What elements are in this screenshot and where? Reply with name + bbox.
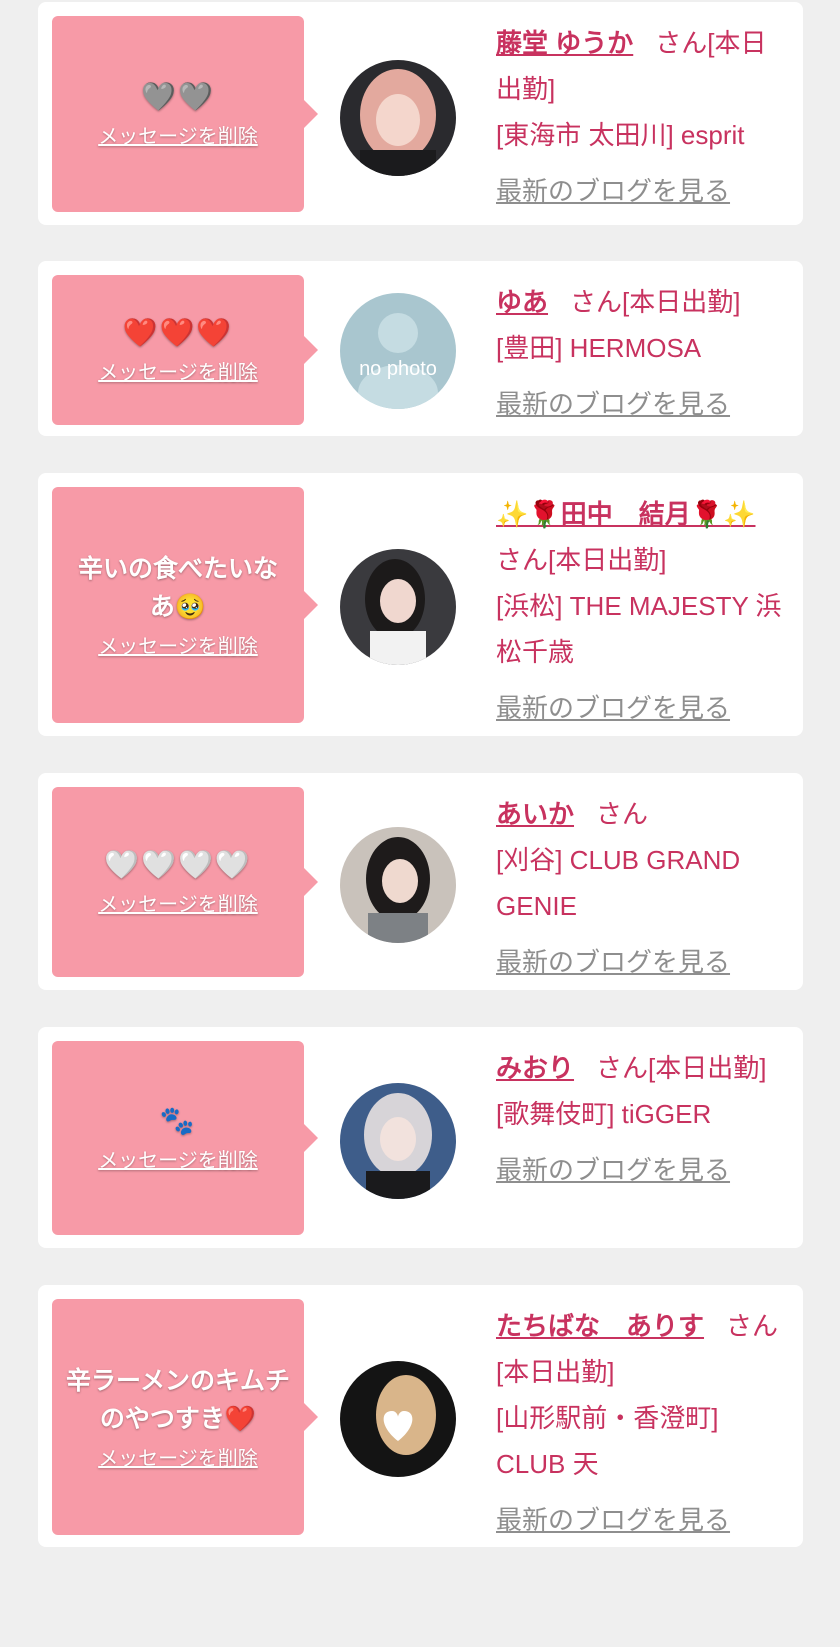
- blog-link[interactable]: 最新のブログを見る: [496, 1497, 786, 1543]
- avatar-photo: [340, 1083, 456, 1199]
- cast-name-link[interactable]: たちばな ありす: [496, 1311, 704, 1341]
- cast-info: たちばな ありす さん[本日出勤] [山形駅前・香澄町] CLUB 天 最新のブロ…: [496, 1303, 786, 1543]
- no-photo-label: no photo: [359, 358, 437, 380]
- blog-link[interactable]: 最新のブログを見る: [496, 685, 786, 731]
- cast-name-link[interactable]: あいか: [496, 799, 574, 829]
- list-item: ❤️❤️❤️ メッセージを削除 no photo ゆあ さん[本日出勤] [豊田]…: [38, 261, 803, 436]
- message-text: 🐾: [159, 1104, 197, 1137]
- message-bubble: 辛いの食べたいなあ🥹 メッセージを削除: [52, 487, 318, 723]
- list-item: 🐾 メッセージを削除 みおり さん[本日出勤] [歌舞伎町] tiGGER 最新の…: [38, 1027, 803, 1248]
- avatar[interactable]: [340, 549, 456, 665]
- no-photo-avatar: no photo: [340, 293, 456, 409]
- store-name: [歌舞伎町] tiGGER: [496, 1099, 712, 1129]
- cast-name-link[interactable]: 藤堂 ゆうか: [496, 28, 633, 58]
- avatar-photo: [340, 60, 456, 176]
- cast-status: さん[本日出勤]: [596, 1053, 767, 1083]
- delete-message-button[interactable]: メッセージを削除: [98, 632, 258, 660]
- avatar-photo: [340, 827, 456, 943]
- delete-message-button[interactable]: メッセージを削除: [98, 122, 258, 150]
- delete-message-button[interactable]: メッセージを削除: [98, 1146, 258, 1174]
- cast-status: さん: [596, 799, 649, 829]
- blog-link[interactable]: 最新のブログを見る: [496, 939, 786, 985]
- store-name: [山形駅前・香澄町] CLUB 天: [496, 1403, 719, 1479]
- cast-info: ✨🌹田中 結月🌹✨さん[本日出勤] [浜松] THE MAJESTY 浜松千歳 …: [496, 491, 786, 731]
- list-item: 辛いの食べたいなあ🥹 メッセージを削除 ✨🌹田中 結月🌹✨ さん[本日出勤] [浜…: [38, 473, 803, 736]
- cast-name-link[interactable]: ゆあ: [496, 287, 548, 317]
- list-item: 辛ラーメンのキムチのやつすき❤️ メッセージを削除 たちばな ありす さん[本日出…: [38, 1285, 803, 1547]
- list-item: 🩶🩶 メッセージを削除 藤堂 ゆうか さん[本日出勤] [東海市 太田川] esp…: [38, 2, 803, 225]
- cast-name-link[interactable]: ✨🌹田中 結月🌹✨: [496, 499, 756, 529]
- message-text: 辛いの食べたいなあ🥹: [77, 554, 278, 621]
- message-bubble: 辛ラーメンのキムチのやつすき❤️ メッセージを削除: [52, 1299, 318, 1535]
- store-name: [豊田] HERMOSA: [496, 333, 702, 363]
- store-name: [東海市 太田川] esprit: [496, 120, 745, 150]
- cast-info: あいか さん [刈谷] CLUB GRAND GENIE 最新のブログを見る: [496, 791, 786, 985]
- avatar[interactable]: [340, 60, 456, 176]
- cast-info: ゆあ さん[本日出勤] [豊田] HERMOSA 最新のブログを見る: [496, 279, 786, 427]
- message-text: 辛ラーメンのキムチのやつすき❤️: [66, 1366, 291, 1433]
- avatar[interactable]: [340, 1083, 456, 1199]
- blog-link[interactable]: 最新のブログを見る: [496, 1147, 786, 1193]
- avatar-photo: [340, 1361, 456, 1477]
- store-name: [刈谷] CLUB GRAND GENIE: [496, 845, 741, 921]
- message-bubble: 🐾 メッセージを削除: [52, 1041, 318, 1235]
- delete-message-button[interactable]: メッセージを削除: [98, 358, 258, 386]
- avatar[interactable]: [340, 827, 456, 943]
- message-text: ❤️❤️❤️: [122, 316, 234, 349]
- cast-status: さん[本日出勤]: [570, 287, 741, 317]
- cast-name-link[interactable]: みおり: [496, 1053, 574, 1083]
- blog-link[interactable]: 最新のブログを見る: [496, 168, 786, 214]
- avatar-photo: [340, 549, 456, 665]
- delete-message-button[interactable]: メッセージを削除: [98, 1444, 258, 1472]
- avatar[interactable]: no photo: [340, 293, 456, 409]
- list-item: 🤍🤍🤍🤍 メッセージを削除 あいか さん [刈谷] CLUB GRAND GENI…: [38, 773, 803, 990]
- cast-info: みおり さん[本日出勤] [歌舞伎町] tiGGER 最新のブログを見る: [496, 1045, 786, 1193]
- message-bubble: ❤️❤️❤️ メッセージを削除: [52, 275, 318, 425]
- avatar[interactable]: [340, 1361, 456, 1477]
- cast-info: 藤堂 ゆうか さん[本日出勤] [東海市 太田川] esprit 最新のブログを見…: [496, 20, 786, 214]
- store-name: [浜松] THE MAJESTY 浜松千歳: [496, 591, 782, 667]
- blog-link[interactable]: 最新のブログを見る: [496, 381, 786, 427]
- cast-status: さん[本日出勤]: [496, 545, 667, 575]
- delete-message-button[interactable]: メッセージを削除: [98, 890, 258, 918]
- message-bubble: 🩶🩶 メッセージを削除: [52, 16, 318, 212]
- message-bubble: 🤍🤍🤍🤍 メッセージを削除: [52, 787, 318, 977]
- message-text: 🤍🤍🤍🤍: [104, 848, 252, 881]
- message-text: 🩶🩶: [141, 80, 215, 113]
